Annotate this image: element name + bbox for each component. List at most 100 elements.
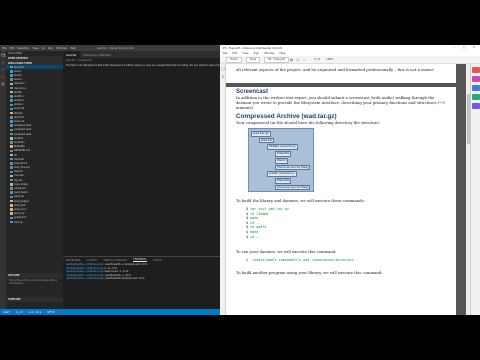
file-label: wadfs.o xyxy=(14,99,25,103)
pdf-pages[interactable]: all relevant aspects of the project, and… xyxy=(226,64,470,315)
tab-home[interactable]: Home xyxy=(226,56,242,63)
file-label: wadfs.c xyxy=(14,94,24,98)
file-label: wadref xyxy=(14,136,23,140)
tree-node: wad.tar.gz xyxy=(251,131,271,137)
build-intro: To build the library and daemon, we will… xyxy=(236,198,365,203)
tree-node: Makefile xyxy=(275,151,292,157)
status-encoding[interactable]: UTF-8 xyxy=(47,311,54,314)
status-position[interactable]: Ln 1, Col 1 xyxy=(29,311,42,314)
folder-icon xyxy=(10,212,13,215)
file-icon xyxy=(10,166,13,169)
directory-tree-diagram: wad.tar.gz wad.tar libWad (directory) Makef… xyxy=(248,128,314,192)
tree-node: Makefile xyxy=(275,177,292,184)
folder-icon xyxy=(10,199,13,203)
tab-debug-console[interactable]: DEBUG CONSOLE xyxy=(104,259,128,262)
folder-icon xyxy=(10,183,13,186)
file-icon xyxy=(10,120,13,123)
tree-node: wad.tar xyxy=(259,137,275,144)
tab-problems[interactable]: PROBLEMS xyxy=(66,259,81,262)
tree-node: (Various source files) xyxy=(275,184,311,191)
file-icon xyxy=(10,157,13,161)
file-icon xyxy=(10,116,13,119)
print-icon[interactable]: ⎙ xyxy=(295,57,300,62)
pdf-menu-file[interactable]: File xyxy=(223,52,227,55)
screencast-text: In addition to the written text report, … xyxy=(236,95,445,110)
tree-node: libWad (directory) xyxy=(267,144,298,151)
tab-tools[interactable]: Tools xyxy=(245,56,261,63)
tab-output[interactable]: OUTPUT xyxy=(87,259,98,262)
timeline-header[interactable]: TIMELINE xyxy=(6,297,63,302)
file-item[interactable]: zip.log xyxy=(6,220,63,224)
terminal-command: fusermount -u ./mnt xyxy=(103,270,129,274)
export-pdf-icon[interactable] xyxy=(472,67,480,73)
file-icon xyxy=(10,86,13,90)
pdf-menu-edit[interactable]: Edit xyxy=(232,52,237,55)
pdf-page-4: Screencast In addition to the written te… xyxy=(226,87,456,315)
file-label: wad.c xyxy=(14,69,22,73)
file-icon xyxy=(10,191,13,194)
page1-text: all relevant aspects of the project, and… xyxy=(236,67,435,72)
bottom-panel: PROBLEMS OUTPUT DEBUG CONSOLE TERMINAL P… xyxy=(63,256,220,309)
pdf-menu-sign[interactable]: Sign xyxy=(254,52,260,55)
menu-run[interactable]: Run xyxy=(48,47,53,50)
file-icon xyxy=(10,124,13,127)
file-icon xyxy=(10,65,13,69)
pdf-menu-help[interactable]: Help xyxy=(279,52,285,55)
build-commands: $ tar zxvf wad.tar.gz $ cd libWad $ make $ … xyxy=(246,207,446,239)
organize-pages-icon[interactable] xyxy=(472,94,480,100)
search-icon[interactable]: ⌕ xyxy=(302,57,307,62)
zoom-level[interactable]: 100% xyxy=(326,58,333,61)
edit-pdf-icon[interactable] xyxy=(472,76,480,82)
tree-node: (Various source files) xyxy=(275,164,311,171)
menu-go[interactable]: Go xyxy=(41,47,45,50)
editor-tabs: wad.tar Extension: Makefile xyxy=(63,51,220,58)
file-label: wad.mk xyxy=(14,107,25,111)
tab-ports[interactable]: PORTS xyxy=(153,259,162,262)
terminal-command: ls -la ./mnt xyxy=(103,266,118,270)
folder-icon xyxy=(10,82,13,86)
sign-icon[interactable] xyxy=(472,103,480,109)
file-label: log.txt xyxy=(14,178,23,182)
file-label: test_dirs.log xyxy=(14,166,30,170)
file-label: mounts xyxy=(14,174,24,178)
menu-file[interactable]: File xyxy=(2,47,6,50)
terminal-output[interactable]: reptile@reptile:~/OS/fuse-proj$ ./wadfs/… xyxy=(63,263,220,281)
file-icon xyxy=(10,149,13,153)
tab-wad-tar[interactable]: wad.tar xyxy=(63,51,81,58)
tree-node: Wad.h xyxy=(275,157,289,164)
status-branch[interactable]: main* xyxy=(3,311,10,314)
menu-view[interactable]: View xyxy=(32,47,38,50)
status-problems[interactable]: 0 △ 0 xyxy=(16,311,22,314)
terminal-prompt: reptile@reptile:~/OS/fuse-proj$ xyxy=(66,273,104,277)
menu-selection[interactable]: Selection xyxy=(17,47,29,50)
tab-file[interactable]: P3 - Fuse.pdf xyxy=(264,56,289,63)
terminal-command: ./wadfs/wadfs sample2.wad ./mnt xyxy=(103,277,145,281)
pdf-menu-view[interactable]: View xyxy=(242,52,248,55)
window-controls[interactable]: – ▢ ✕ xyxy=(454,45,478,49)
pdf-window-title: P3 - Fuse.pdf - Adobe Acrobat Reader (64… xyxy=(223,46,282,50)
build-command-text: cd .. xyxy=(250,220,261,225)
file-label: fuse_make xyxy=(14,182,28,186)
menu-help[interactable]: Help xyxy=(70,47,76,50)
build-command-text: tar zxvf wad.tar.gz xyxy=(250,207,289,211)
folder-icon xyxy=(10,111,13,115)
menu-terminal[interactable]: Terminal xyxy=(56,47,67,50)
file-icon xyxy=(10,103,13,107)
comment-icon[interactable] xyxy=(472,85,480,91)
build-command-text: cd wadfs xyxy=(250,225,267,230)
tab-extension-makefile[interactable]: Extension: Makefile xyxy=(80,51,115,58)
vscode-status-bar: main* 0 △ 0 Ln 1, Col 1 UTF-8 xyxy=(0,309,220,315)
menu-edit[interactable]: Edit xyxy=(9,47,14,50)
file-label: wadfs xyxy=(14,90,22,94)
vscode-window-title: wad.tar - Visual Studio Code xyxy=(96,46,134,50)
file-label: zip.log xyxy=(14,220,23,224)
page-indicator[interactable]: 4 / 5 xyxy=(314,58,320,61)
file-label: wad.out xyxy=(14,120,25,124)
run-intro: To run your daemon, we will execute this… xyxy=(236,249,337,255)
save-icon[interactable]: ▤ xyxy=(289,57,294,62)
pdf-menu-window[interactable]: Window xyxy=(264,52,274,55)
tab-terminal[interactable]: TERMINAL xyxy=(133,258,147,262)
pdf-tools-pane xyxy=(470,64,480,315)
editor-area: wad.tar Extension: Makefile wad.tar > re… xyxy=(63,51,220,309)
file-label: test.sh xyxy=(14,170,23,174)
